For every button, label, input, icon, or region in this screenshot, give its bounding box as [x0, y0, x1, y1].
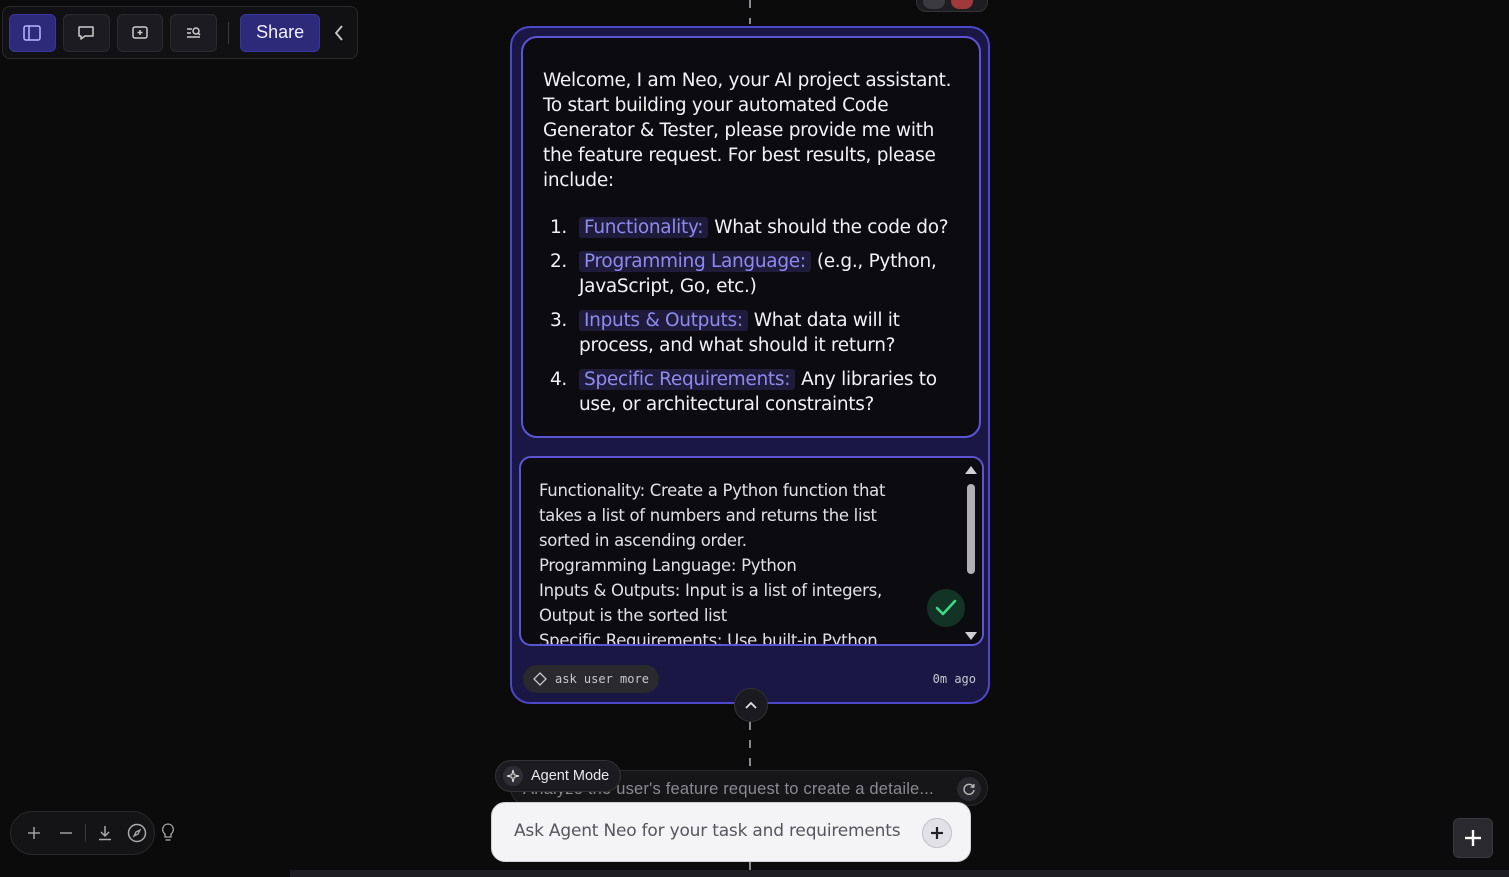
reply-line: Programming Language: Python: [539, 556, 797, 575]
item-label: Programming Language:: [579, 251, 811, 272]
reply-line: Inputs & Outputs: Input is a list of int…: [539, 581, 882, 625]
toolbar-divider: [228, 21, 230, 44]
refresh-icon: [963, 783, 975, 795]
tag-label: ask user more: [555, 672, 649, 686]
sidebar-toggle-button[interactable]: [9, 13, 56, 52]
node-control-red[interactable]: [951, 0, 973, 9]
share-button[interactable]: Share: [240, 13, 321, 52]
canvas-controls: [10, 811, 155, 855]
plus-icon: [1465, 830, 1481, 846]
tips-button[interactable]: [158, 822, 178, 844]
diamond-icon: [533, 672, 547, 686]
node-controls: [916, 0, 988, 12]
connector-line-bottom: [749, 722, 751, 768]
node-control-gray[interactable]: [923, 0, 945, 9]
bottom-panel-edge: [290, 870, 1509, 877]
comment-icon: [78, 25, 94, 40]
add-attachment-button[interactable]: [922, 818, 952, 848]
scroll-thumb[interactable]: [967, 484, 975, 574]
item-label: Functionality:: [579, 217, 709, 238]
scroll-up-icon[interactable]: [965, 466, 977, 474]
collapse-node-button[interactable]: [734, 688, 768, 722]
user-reply-box[interactable]: Functionality: Create a Python function …: [519, 456, 984, 646]
search-button[interactable]: [170, 13, 218, 52]
agent-mode-badge[interactable]: Agent Mode: [495, 760, 622, 792]
refresh-button[interactable]: [957, 777, 981, 801]
reply-line: Functionality: Create a Python function …: [539, 481, 886, 550]
collapse-toolbar-button[interactable]: [327, 14, 351, 52]
assistant-message: Welcome, I am Neo, your AI project assis…: [521, 36, 981, 438]
list-item: 4. Specific Requirements: Any libraries t…: [549, 369, 937, 415]
zoom-in-icon: [28, 827, 40, 839]
agent-node-card: Welcome, I am Neo, your AI project assis…: [510, 26, 990, 722]
sidebar-toggle-icon: [23, 24, 42, 41]
zoom-out-button[interactable]: [53, 820, 79, 846]
requirements-list: 1. Functionality: What should the code do…: [543, 215, 960, 417]
check-icon: [935, 599, 957, 616]
lightbulb-icon: [162, 823, 174, 841]
timestamp: 0m ago: [932, 672, 976, 686]
reply-line: Specific Requirements: Use built-in Pyth…: [539, 631, 878, 646]
top-toolbar: Share: [2, 6, 358, 59]
chevron-up-icon: [745, 701, 757, 709]
sparkle-icon: [503, 766, 523, 786]
item-text: What should the code do?: [714, 217, 949, 238]
download-icon: [99, 826, 111, 841]
ask-user-more-tag[interactable]: ask user more: [523, 665, 659, 693]
agent-mode-label: Agent Mode: [531, 768, 610, 784]
fit-view-button[interactable]: [124, 820, 150, 846]
reply-scrollbar[interactable]: [964, 462, 978, 644]
connector-line-top: [749, 0, 751, 24]
chat-input[interactable]: [514, 821, 914, 841]
zoom-out-icon: [60, 832, 72, 834]
add-frame-icon: [132, 25, 148, 39]
add-frame-button[interactable]: [116, 13, 164, 52]
compass-icon: [127, 823, 147, 843]
scroll-down-icon[interactable]: [965, 632, 977, 640]
plus-icon: [931, 827, 943, 839]
item-label: Inputs & Outputs:: [579, 310, 748, 331]
add-node-button[interactable]: [1453, 818, 1493, 858]
comment-button[interactable]: [62, 13, 110, 52]
zoom-in-button[interactable]: [21, 820, 47, 846]
reply-text: Functionality: Create a Python function …: [539, 478, 899, 646]
list-item: 2. Programming Language: (e.g., Python, J…: [549, 251, 937, 297]
search-icon: [186, 26, 201, 38]
message-intro: Welcome, I am Neo, your AI project assis…: [543, 70, 952, 191]
chat-input-box: [491, 802, 971, 862]
chevron-left-icon: [334, 24, 343, 41]
list-item: 1. Functionality: What should the code do…: [549, 217, 949, 238]
confirm-button[interactable]: [927, 589, 965, 627]
controls-divider: [85, 824, 86, 842]
item-label: Specific Requirements:: [579, 369, 796, 390]
download-button[interactable]: [92, 820, 118, 846]
list-item: 3. Inputs & Outputs: What data will it pr…: [549, 310, 900, 356]
